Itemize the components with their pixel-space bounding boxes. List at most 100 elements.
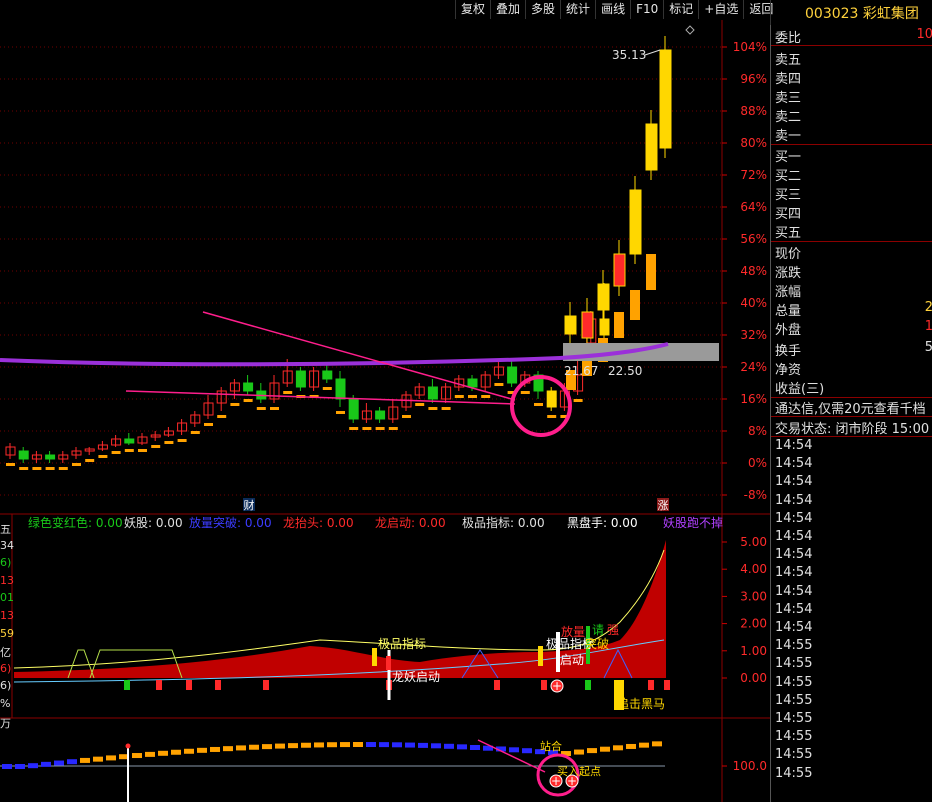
- left-clipped-value: 6): [0, 556, 12, 570]
- price-label-b: 22.50: [608, 364, 642, 378]
- indicator-bar: [386, 656, 391, 670]
- bottom-step: [275, 743, 285, 749]
- indicator-header-item: 极品指标: 0.00: [462, 515, 545, 530]
- stat-0-label: 现价: [775, 247, 802, 262]
- trend-line: [477, 739, 546, 773]
- ma-step: [573, 399, 583, 402]
- indicator-bar: [664, 680, 670, 690]
- bottom-step: [587, 748, 597, 754]
- sell-1-label: 卖一: [775, 129, 802, 144]
- left-clipped-value: 13: [0, 609, 14, 622]
- candle-body: [564, 315, 577, 335]
- bottom-step: [67, 759, 77, 765]
- stat-2-label: 涨幅: [775, 285, 802, 300]
- left-clipped-value: 01: [0, 591, 14, 605]
- stock-title: 003023 彩虹集团: [770, 0, 932, 25]
- ma-step: [124, 449, 134, 452]
- ma-step: [45, 467, 55, 470]
- ma-step: [32, 467, 42, 470]
- ma-step: [441, 407, 451, 410]
- bottom-step: [522, 748, 532, 754]
- indicator-bar: [538, 646, 543, 666]
- bottom-step: [184, 748, 194, 754]
- indicator-header-item: 龙启动: 0.00: [375, 516, 446, 530]
- bottom-step: [249, 744, 259, 750]
- bottom-step: [379, 742, 389, 748]
- left-clipped-value: 59: [0, 626, 14, 640]
- divider: [771, 241, 932, 242]
- ma-step: [6, 463, 15, 466]
- label-heima: 追击黑马: [617, 696, 665, 711]
- ma-step: [19, 467, 29, 470]
- candle-body: [507, 366, 518, 384]
- ma-step: [230, 403, 240, 406]
- candle-body: [614, 312, 624, 338]
- trade-status-label: 交易状态: 闭市阶段 15:00: [775, 422, 930, 437]
- candle-body: [124, 438, 135, 444]
- plus-icon: +: [552, 679, 562, 693]
- tick-time: 14:54: [775, 547, 813, 563]
- tick-time: 14:54: [775, 565, 813, 581]
- ma-step: [520, 391, 530, 394]
- candle-body: [646, 254, 656, 290]
- sell-2-label: 卖二: [775, 110, 802, 125]
- ma-step: [190, 431, 200, 434]
- tick-time: 14:54: [775, 583, 813, 599]
- bottom-step: [444, 743, 454, 749]
- divider: [771, 416, 932, 417]
- ma-step: [243, 399, 253, 402]
- candle-body: [467, 378, 478, 388]
- left-clipped-value: 13: [0, 573, 14, 587]
- left-clipped-value: 34: [0, 538, 14, 552]
- label-qiang: 强: [607, 623, 619, 637]
- finance-marker: 财: [244, 498, 255, 512]
- indicator-header-item: 放量突破: 0.00: [189, 515, 272, 530]
- bottom-step: [600, 746, 610, 752]
- bottom-step: [639, 742, 649, 748]
- ma-step: [72, 463, 81, 466]
- bottom-step: [262, 744, 272, 750]
- buy-1-label: 买一: [775, 150, 802, 165]
- price-axis-label: 24%: [740, 360, 767, 374]
- price-axis-label: 8%: [748, 424, 767, 438]
- price-axis-label: 72%: [740, 168, 767, 182]
- bottom-axis-label: 100.0: [733, 759, 767, 773]
- bottom-step: [314, 742, 324, 748]
- indicator-bar: [124, 680, 130, 690]
- candle-body: [335, 378, 346, 400]
- ma-step: [177, 439, 187, 442]
- indicator-header-item: 妖股: 0.00: [124, 516, 183, 530]
- label-leader: [644, 49, 661, 56]
- left-clipped-value: 6): [0, 679, 12, 693]
- stat-3-value: 2: [925, 300, 932, 315]
- ma-step: [402, 415, 411, 418]
- ma-step: [375, 427, 385, 430]
- ma-step: [98, 455, 108, 458]
- candle-body: [629, 189, 642, 255]
- plus-icon: +: [567, 774, 577, 788]
- indicator-axis-label: 2.00: [740, 617, 767, 631]
- buy-2-label: 买二: [775, 169, 802, 184]
- notice-label: 通达信,仅需20元查看千档: [775, 402, 926, 417]
- sell-5-label: 卖五: [775, 53, 802, 68]
- label-zhan: 站合: [540, 739, 562, 753]
- stat-6-label: 净资: [775, 363, 802, 378]
- candle-body: [659, 49, 672, 149]
- candle-body: [58, 454, 69, 460]
- price-zone-box: [563, 343, 719, 361]
- indicator-axis-label: 3.00: [740, 589, 767, 603]
- bottom-step: [301, 742, 311, 748]
- candle-body: [243, 382, 254, 392]
- kline-chart[interactable]: 104% 96% 88% 80% 72% 64% 56% 48% 40% 32% 24% 16% 8% 0…: [0, 0, 770, 802]
- stock-code-name: 003023 彩虹集团: [805, 6, 919, 22]
- ma-step: [415, 403, 425, 406]
- price-axis-label: 48%: [740, 264, 767, 278]
- bottom-step: [327, 742, 337, 748]
- price-axis-label: -8%: [744, 488, 767, 502]
- bottom-step: [288, 743, 298, 749]
- ma-step: [164, 441, 174, 444]
- bottom-step: [210, 746, 220, 752]
- indicator-axis-label: 0.00: [740, 671, 767, 685]
- candle-body: [427, 386, 438, 400]
- stat-5-label: 换手: [775, 344, 802, 359]
